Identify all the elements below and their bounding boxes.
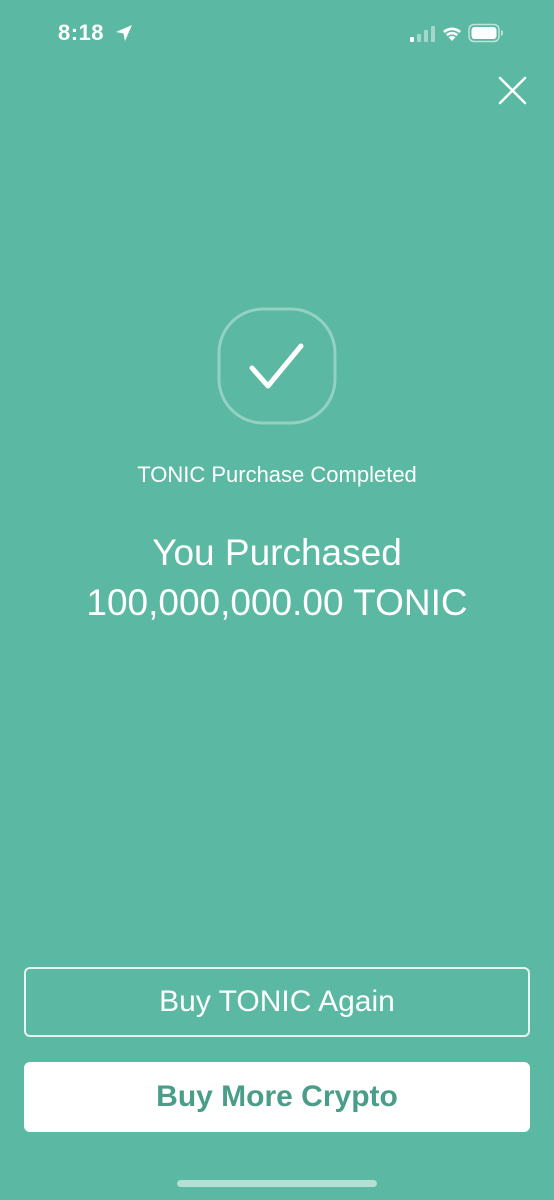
cellular-signal-icon (410, 26, 435, 42)
location-arrow-icon (116, 25, 132, 41)
status-time: 8:18 (58, 20, 105, 45)
purchase-headline: You Purchased 100,000,000.00 TONIC (0, 528, 554, 628)
headline-line-1: You Purchased (152, 532, 402, 573)
buy-again-button[interactable]: Buy TONIC Again (24, 967, 530, 1037)
wifi-icon (443, 27, 461, 41)
home-indicator[interactable] (177, 1180, 377, 1187)
status-bar: 8:18 (0, 0, 554, 70)
checkmark-icon (217, 307, 337, 425)
buy-more-crypto-button[interactable]: Buy More Crypto (24, 1062, 530, 1132)
close-icon[interactable] (492, 70, 534, 112)
purchased-amount: 100,000,000.00 TONIC (86, 582, 468, 623)
purchase-status-text: TONIC Purchase Completed (137, 462, 417, 487)
battery-icon (468, 23, 503, 43)
